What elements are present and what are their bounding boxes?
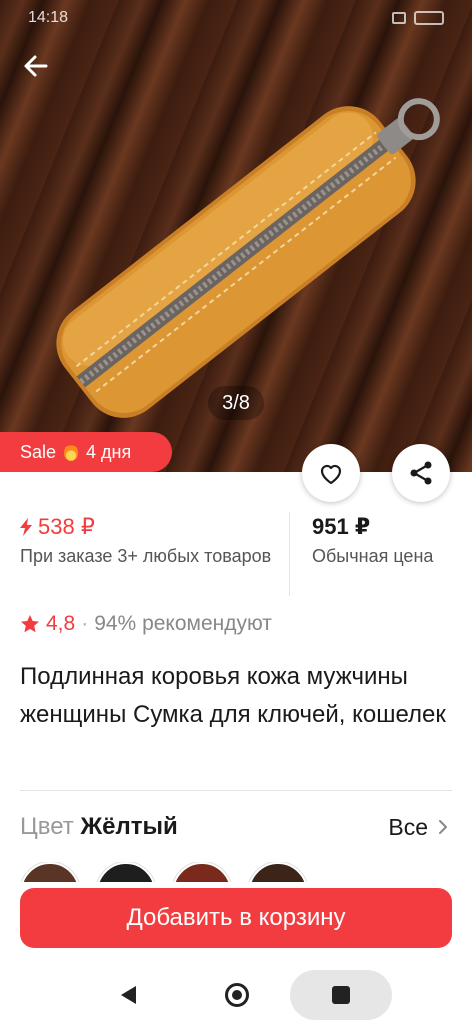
all-colors-label: Все [388,813,428,840]
swatch-red[interactable] [172,862,232,882]
chevron-right-icon [434,818,452,836]
share-icon [410,461,432,485]
swatch-black[interactable] [96,862,156,882]
sale-price-note: При заказе 3+ любых товаров [20,546,272,566]
swatch-brown[interactable] [20,862,80,882]
heart-icon [320,464,342,485]
back-button[interactable] [18,48,54,84]
sale-price: 538 ₽ [20,512,289,542]
color-selector-row[interactable]: Цвет Жёлтый Все [20,810,452,844]
divider [20,790,452,791]
sale-badge: Sale 4 дня [0,432,172,472]
color-selected-value: Жёлтый [80,813,178,840]
rating-row[interactable]: 4,8 · 94% рекомендуют [20,612,272,636]
product-title: Подлинная коровья кожа мужчины женщины С… [20,663,446,728]
lightning-icon [20,518,32,536]
status-time: 14:18 [28,9,69,26]
recommend-text: 94% рекомендуют [94,612,272,635]
status-bar: 14:18 [0,0,472,36]
sale-days: 4 дня [86,441,132,462]
color-label: Цвет Жёлтый [20,813,178,841]
flame-icon [64,443,79,461]
sale-price-section: 538 ₽ При заказе 3+ любых товаров [20,512,290,596]
rating-separator: · [81,612,89,635]
product-gallery[interactable]: 3/8 [0,0,472,472]
nav-home-icon[interactable] [224,982,250,1008]
color-key: Цвет [20,813,74,840]
regular-price-note: Обычная цена [312,546,434,566]
image-counter: 3/8 [208,386,264,420]
nav-back-icon[interactable] [118,984,138,1006]
sale-label: Sale [20,441,57,462]
system-nav-bar [0,964,472,1024]
sale-price-value: 538 ₽ [38,514,95,539]
back-arrow-icon [24,55,48,77]
share-button[interactable] [392,444,450,502]
regular-price-section: 951 ₽ Обычная цена [290,512,433,596]
regular-price: 951 ₽ [312,514,371,539]
status-icons [392,11,444,25]
sim-icon [392,12,406,24]
nav-recents-icon[interactable] [332,986,350,1004]
star-icon [20,614,40,634]
battery-icon [414,11,444,25]
all-colors-link[interactable]: Все [388,814,452,841]
color-swatches [20,862,308,882]
swatch-dark-brown[interactable] [248,862,308,882]
rating-value: 4,8 [46,612,76,635]
price-block: 538 ₽ При заказе 3+ любых товаров 951 ₽ … [20,512,452,596]
add-to-cart-button[interactable]: Добавить в корзину [20,888,452,948]
wishlist-button[interactable] [302,444,360,502]
